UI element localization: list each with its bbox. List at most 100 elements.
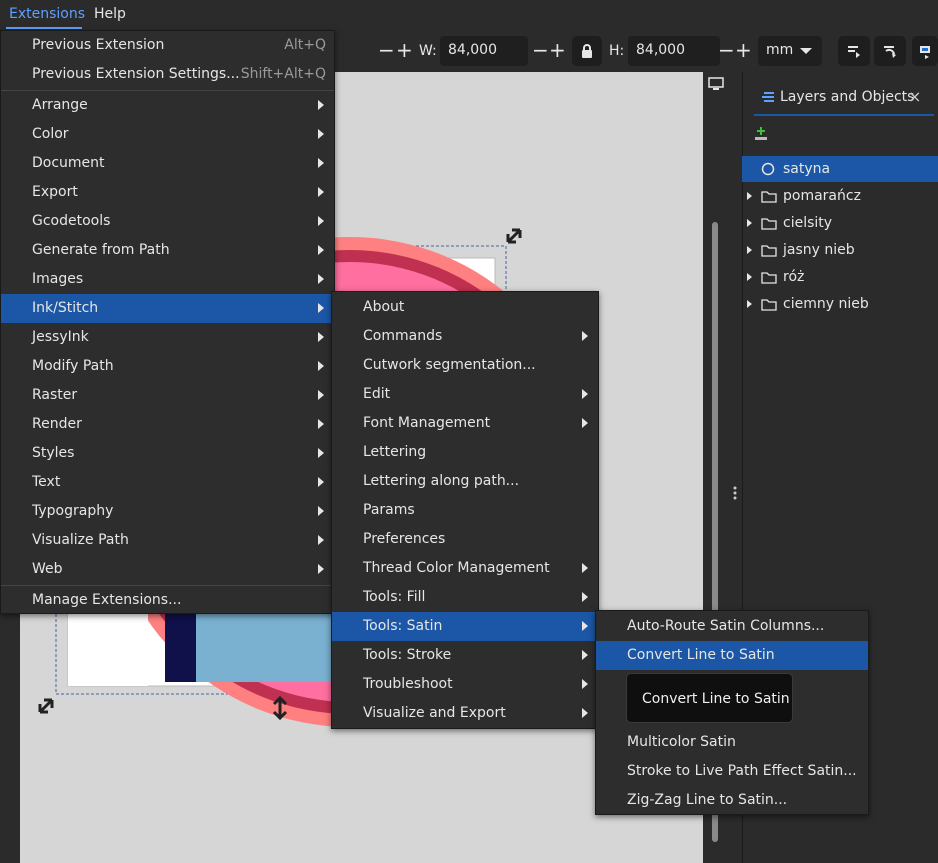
add-layer-button[interactable] xyxy=(752,125,770,143)
expand-arrow-icon[interactable] xyxy=(747,246,752,254)
x-minus-button[interactable]: − xyxy=(378,38,395,62)
transform-stroke-icon xyxy=(884,46,896,58)
height-plus-button[interactable]: + xyxy=(735,38,752,62)
chevron-right-icon xyxy=(318,100,324,110)
toolbar-action-3-button[interactable] xyxy=(912,36,938,66)
menu-item-text[interactable]: Text xyxy=(1,468,334,497)
menu-item-stroke-to-live-path-effect-satin[interactable]: Stroke to Live Path Effect Satin... xyxy=(596,757,868,786)
chevron-right-icon xyxy=(318,303,324,313)
menu-item-export[interactable]: Export xyxy=(1,178,334,207)
expand-arrow-icon[interactable] xyxy=(747,300,752,308)
expand-arrow-icon[interactable] xyxy=(747,192,752,200)
layer-row[interactable]: jasny nieb xyxy=(742,237,938,263)
menu-item-jessyink[interactable]: JessyInk xyxy=(1,323,334,352)
layer-name: ciemny nieb xyxy=(783,296,869,312)
chevron-right-icon xyxy=(582,563,588,573)
menu-item-edit[interactable]: Edit xyxy=(332,380,598,409)
folder-icon xyxy=(761,299,777,311)
menu-item-multicolor-satin[interactable]: Multicolor Satin xyxy=(596,728,868,757)
height-input[interactable]: 84,000 xyxy=(628,36,720,66)
close-icon[interactable]: × xyxy=(908,87,921,106)
menu-item-convert-line-to-satin[interactable]: Convert Line to Satin xyxy=(596,641,868,670)
menu-item-gcodetools[interactable]: Gcodetools xyxy=(1,207,334,236)
x-plus-button[interactable]: + xyxy=(396,38,413,62)
menu-item-font-management[interactable]: Font Management xyxy=(332,409,598,438)
menu-item-label: Gcodetools xyxy=(32,213,111,229)
menu-item-visualize-and-export[interactable]: Visualize and Export xyxy=(332,699,598,728)
menu-item-label: Thread Color Management xyxy=(363,560,550,576)
toolbar-action-1-button[interactable] xyxy=(838,36,870,66)
menu-item-typography[interactable]: Typography xyxy=(1,497,334,526)
menu-item-params[interactable]: Params xyxy=(332,496,598,525)
chevron-right-icon xyxy=(318,506,324,516)
menu-item-images[interactable]: Images xyxy=(1,265,334,294)
expand-arrow-icon[interactable] xyxy=(747,219,752,227)
width-input[interactable]: 84,000 xyxy=(440,36,528,66)
folder-icon xyxy=(761,245,777,257)
resize-handle-bl[interactable] xyxy=(38,698,54,714)
menu-item-lettering-along-path[interactable]: Lettering along path... xyxy=(332,467,598,496)
menu-extensions[interactable]: Extensions xyxy=(9,6,85,22)
menu-item-color[interactable]: Color xyxy=(1,120,334,149)
menu-item-visualize-path[interactable]: Visualize Path xyxy=(1,526,334,555)
monitor-icon xyxy=(708,77,724,90)
menu-item-label: Arrange xyxy=(32,97,88,113)
tab-layers-and-objects[interactable]: Layers and Objects × xyxy=(754,82,934,116)
menu-item-styles[interactable]: Styles xyxy=(1,439,334,468)
menu-item-preferences[interactable]: Preferences xyxy=(332,525,598,554)
menu-item-thread-color-management[interactable]: Thread Color Management xyxy=(332,554,598,583)
menu-item-document[interactable]: Document xyxy=(1,149,334,178)
menu-item-tools-stroke[interactable]: Tools: Stroke xyxy=(332,641,598,670)
menu-item-auto-route-satin-columns[interactable]: Auto-Route Satin Columns... xyxy=(596,612,868,641)
menu-item-web[interactable]: Web xyxy=(1,555,334,584)
toolbar-action-2-button[interactable] xyxy=(874,36,906,66)
menu-item-label: Color xyxy=(32,126,69,142)
menu-item-manage-extensions[interactable]: Manage Extensions... xyxy=(1,586,334,615)
menu-item-arrange[interactable]: Arrange xyxy=(1,91,334,120)
layer-row[interactable]: satyna xyxy=(742,156,938,182)
layer-row[interactable]: pomarańcz xyxy=(742,183,938,209)
chevron-right-icon xyxy=(318,390,324,400)
menu-item-generate-from-path[interactable]: Generate from Path xyxy=(1,236,334,265)
menu-item-label: Web xyxy=(32,561,63,577)
menu-item-previous-extension-settings[interactable]: Previous Extension Settings... Shift+Alt… xyxy=(1,60,334,89)
menu-item-label: Document xyxy=(32,155,105,171)
expand-arrow-icon[interactable] xyxy=(747,273,752,281)
unit-select[interactable]: mm xyxy=(758,36,822,66)
layer-row[interactable]: cielsity xyxy=(742,210,938,236)
transform-pattern-icon xyxy=(920,46,930,59)
height-minus-button[interactable]: − xyxy=(718,38,735,62)
menu-item-raster[interactable]: Raster xyxy=(1,381,334,410)
chevron-right-icon xyxy=(318,187,324,197)
layer-name: pomarańcz xyxy=(783,188,861,204)
chevron-right-icon xyxy=(318,158,324,168)
menu-item-zig-zag-line-to-satin[interactable]: Zig-Zag Line to Satin... xyxy=(596,786,868,815)
menu-item-tools-satin[interactable]: Tools: Satin xyxy=(332,612,598,641)
width-plus-button[interactable]: + xyxy=(549,38,566,62)
panel-drag-handle[interactable] xyxy=(733,486,737,500)
menu-item-label: Multicolor Satin xyxy=(627,734,736,750)
menu-help[interactable]: Help xyxy=(94,6,126,22)
menu-item-commands[interactable]: Commands xyxy=(332,322,598,351)
menu-item-tools-fill[interactable]: Tools: Fill xyxy=(332,583,598,612)
menu-item-label: Troubleshoot xyxy=(363,676,453,692)
menu-item-previous-extension[interactable]: Previous Extension Alt+Q xyxy=(1,31,334,60)
menu-item-lettering[interactable]: Lettering xyxy=(332,438,598,467)
display-mode-button[interactable] xyxy=(706,75,726,93)
menu-item-modify-path[interactable]: Modify Path xyxy=(1,352,334,381)
tooltip-text: Convert Line to Satin xyxy=(642,691,790,707)
lock-button[interactable] xyxy=(572,36,602,66)
menu-item-about[interactable]: About xyxy=(332,293,598,322)
resize-handle-tr[interactable] xyxy=(506,228,522,244)
menu-item-render[interactable]: Render xyxy=(1,410,334,439)
menu-item-cutwork-segmentation[interactable]: Cutwork segmentation... xyxy=(332,351,598,380)
layer-row[interactable]: róż xyxy=(742,264,938,290)
menu-item-label: Manage Extensions... xyxy=(32,592,182,608)
menu-item-label: Text xyxy=(32,474,61,490)
menu-item-troubleshoot[interactable]: Troubleshoot xyxy=(332,670,598,699)
width-minus-button[interactable]: − xyxy=(532,38,549,62)
chevron-right-icon xyxy=(582,331,588,341)
menu-item-label: Stroke to Live Path Effect Satin... xyxy=(627,763,857,779)
layer-row[interactable]: ciemny nieb xyxy=(742,291,938,317)
menu-item-ink-stitch[interactable]: Ink/Stitch xyxy=(1,294,334,323)
